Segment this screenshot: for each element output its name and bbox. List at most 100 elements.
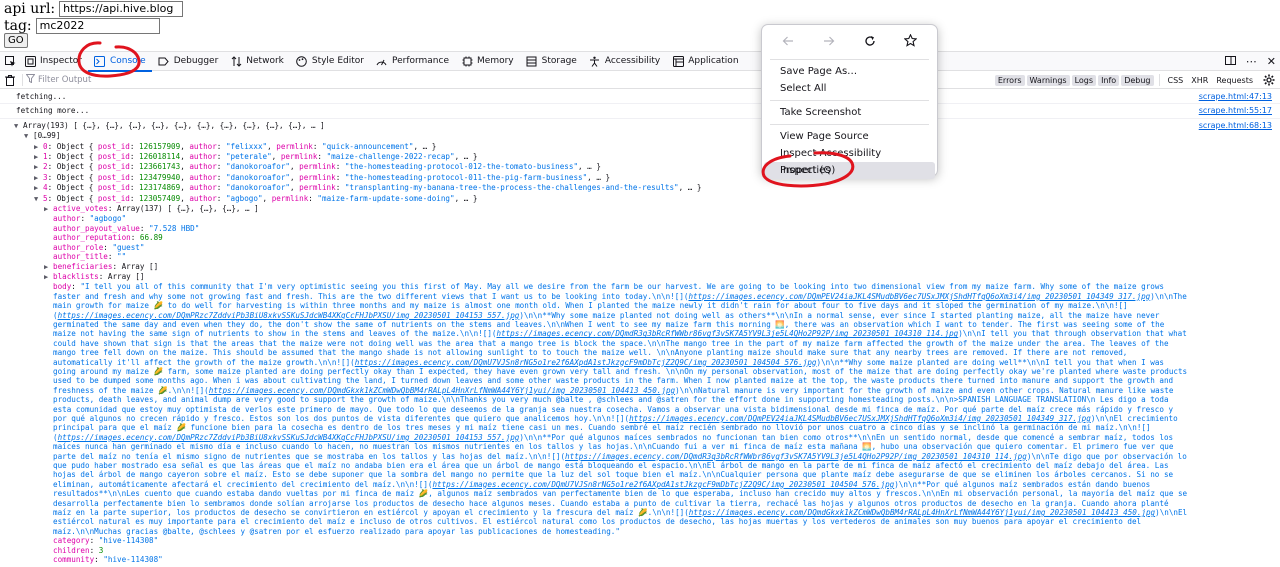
array-item-row[interactable]: ▶ 2: Object { post_id: 123661743, author:… <box>14 162 1190 172</box>
level-debug[interactable]: Debug <box>1121 74 1154 86</box>
more-options-icon[interactable]: ⋯ <box>1246 56 1257 67</box>
tab-memory[interactable]: Memory <box>455 52 520 71</box>
level-warnings[interactable]: Warnings <box>1026 74 1070 86</box>
collapsed-triangle-icon[interactable]: ▶ <box>34 184 43 193</box>
image-link[interactable]: https://images.ecency.com/DQmdR3q3bRcRfW… <box>565 452 1027 461</box>
filter-divider <box>22 74 23 86</box>
level-logs[interactable]: Logs <box>1071 74 1097 86</box>
array-item-row[interactable]: ▶ 1: Object { post_id: 126018114, author:… <box>14 152 1190 162</box>
prop-row: author: "agbogo" <box>53 214 127 224</box>
prop-value: Array [] <box>107 271 145 281</box>
prop-value: "agbogo" <box>89 214 127 224</box>
item-author: "felixxx" <box>225 141 268 151</box>
image-link[interactable]: https://images.ecency.com/DQmPEV24iaJKL4… <box>688 292 1150 301</box>
item-author: "danokoroafor" <box>225 183 290 193</box>
expanded-triangle-icon[interactable]: ▼ <box>24 132 33 141</box>
array-item-row[interactable]: ▶ 0: Object { post_id: 126157909, author:… <box>14 142 1190 152</box>
go-button[interactable]: GO <box>4 33 28 48</box>
menu-select-all[interactable]: Select All <box>762 80 937 97</box>
tab-performance[interactable]: Performance <box>370 52 455 71</box>
context-menu-nav <box>762 25 937 56</box>
element-picker-icon[interactable] <box>2 52 18 70</box>
tab-console[interactable]: Console <box>87 52 152 72</box>
tab-label: Memory <box>477 56 514 66</box>
image-link[interactable]: https://images.ecency.com/DQmU7VJSn8rNG5… <box>355 358 817 367</box>
tag-input[interactable] <box>35 17 160 34</box>
prop-value: "hive-114308" <box>98 536 159 546</box>
collapsed-triangle-icon[interactable]: ▶ <box>34 153 43 162</box>
menu-save-page-as[interactable]: Save Page As… <box>762 63 937 80</box>
prop-row[interactable]: ▶ blacklists: Array [] <box>14 272 1190 282</box>
item-post-id: 123057409 <box>139 193 181 203</box>
toggle-xhr[interactable]: XHR <box>1188 75 1211 86</box>
console-icon <box>94 55 106 67</box>
collapsed-triangle-icon[interactable]: ▶ <box>44 263 53 272</box>
prop-value: "" <box>117 252 127 262</box>
tab-network[interactable]: Network <box>224 52 290 71</box>
tab-label: Style Editor <box>311 56 364 66</box>
item-permlink: "the-homesteading-protocol-011-the-pig-f… <box>344 172 588 182</box>
image-link[interactable]: https://images.ecency.com/DQmPRzc7ZddviP… <box>58 311 520 320</box>
array-summary: Array(193) [ {…}, {…}, {…}, {…}, {…}, {…… <box>23 120 325 130</box>
expanded-triangle-icon[interactable]: ▼ <box>34 195 43 204</box>
api-url-input[interactable] <box>59 0 184 17</box>
close-devtools-icon[interactable]: ✕ <box>1267 55 1276 68</box>
level-errors[interactable]: Errors <box>994 74 1025 86</box>
back-arrow-icon[interactable] <box>778 31 798 51</box>
collapsed-triangle-icon[interactable]: ▶ <box>34 174 43 183</box>
image-link[interactable]: https://images.ecency.com/DQmdR3q3bRcRfW… <box>496 329 958 338</box>
memory-icon <box>461 55 473 67</box>
image-link[interactable]: https://images.ecency.com/DQmPRzc7ZddviP… <box>58 433 520 442</box>
collapsed-triangle-icon[interactable]: ▶ <box>34 143 43 152</box>
image-link[interactable]: https://images.ecency.com/DQmdGkxk1kZCmW… <box>209 386 675 395</box>
bookmark-star-icon[interactable] <box>901 31 921 51</box>
toggle-css[interactable]: CSS <box>1165 75 1187 86</box>
dock-layout-icon[interactable] <box>1224 55 1236 69</box>
collapsed-triangle-icon[interactable]: ▶ <box>44 205 53 214</box>
message-source-link[interactable]: scrape.html:68:13 <box>1199 121 1272 130</box>
array-root-row[interactable]: ▼ Array(193) [ {…}, {…}, {…}, {…}, {…}, {… <box>14 121 1190 131</box>
menu-inspect[interactable]: Inspect (Q) <box>764 162 935 179</box>
toggle-requests[interactable]: Requests <box>1213 75 1256 86</box>
array-item-row[interactable]: ▶ 3: Object { post_id: 123479940, author:… <box>14 173 1190 183</box>
tab-debugger[interactable]: Debugger <box>152 52 225 71</box>
menu-inspect-accessibility[interactable]: Inspect Accessibility Properties <box>762 145 937 176</box>
image-link[interactable]: https://images.ecency.com/DQmdGkxk1kZCmW… <box>689 508 1155 517</box>
item-author: "danokoroafor" <box>225 162 290 172</box>
filter-output-input[interactable] <box>38 75 308 85</box>
array-range-row[interactable]: ▼ [0…99] <box>14 131 1190 141</box>
api-url-row: api url: <box>4 0 184 17</box>
prop-value: "7.528 HBD" <box>149 223 200 233</box>
context-menu: Save Page As… Select All Take Screenshot… <box>761 24 938 179</box>
filter-field[interactable] <box>25 73 326 88</box>
debugger-icon <box>158 55 170 67</box>
image-link[interactable]: https://images.ecency.com/DQmPEV24iaJKL4… <box>629 414 1091 423</box>
forward-arrow-icon[interactable] <box>819 31 839 51</box>
message-source-link[interactable]: scrape.html:47:13 <box>1199 92 1272 101</box>
console-message-array: scrape.html:68:13 ▼ Array(193) [ {…}, {…}… <box>0 119 1280 567</box>
tab-storage[interactable]: Storage <box>520 52 583 71</box>
collapsed-triangle-icon[interactable]: ▶ <box>34 163 43 172</box>
prop-row[interactable]: ▶ active_votes: Array(137) [ {…}, {…}, {…… <box>14 204 1190 214</box>
reload-icon[interactable] <box>860 31 880 51</box>
storage-icon <box>526 55 538 67</box>
menu-take-screenshot[interactable]: Take Screenshot <box>762 104 937 121</box>
menu-view-page-source[interactable]: View Page Source <box>762 128 937 145</box>
expanded-triangle-icon[interactable]: ▼ <box>14 122 23 131</box>
collapsed-triangle-icon[interactable]: ▶ <box>44 273 53 282</box>
tab-label: Performance <box>391 56 450 66</box>
image-link[interactable]: https://images.ecency.com/DQmU7VJSn8rNG5… <box>432 480 894 489</box>
tab-accessibility[interactable]: Accessibility <box>583 52 666 71</box>
tab-inspector[interactable]: Inspector <box>18 52 88 71</box>
clear-console-icon[interactable] <box>1 72 19 88</box>
tab-style-editor[interactable]: Style Editor <box>290 52 370 71</box>
message-source-link[interactable]: scrape.html:55:17 <box>1199 106 1272 115</box>
prop-row[interactable]: ▶ beneficiaries: Array [] <box>14 262 1190 272</box>
level-info[interactable]: Info <box>1098 74 1120 86</box>
array-item-row[interactable]: ▼ 5: Object { post_id: 123057409, author:… <box>14 194 1190 204</box>
array-item-row[interactable]: ▶ 4: Object { post_id: 123174869, author:… <box>14 183 1190 193</box>
performance-icon <box>376 55 388 67</box>
console-settings-gear-icon[interactable] <box>1262 73 1276 87</box>
console-output[interactable]: fetching... scrape.html:47:13 fetching m… <box>0 90 1280 567</box>
tab-application[interactable]: Application <box>666 52 744 71</box>
